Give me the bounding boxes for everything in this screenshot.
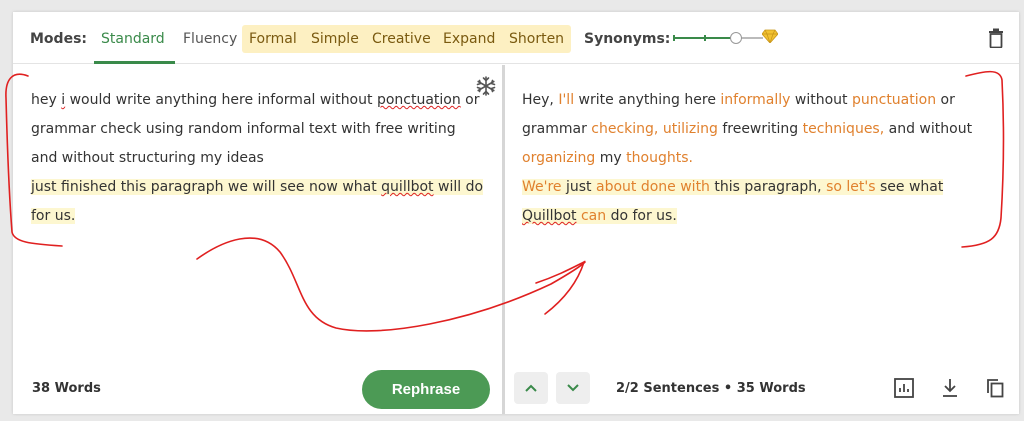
output-word: just [561, 179, 596, 195]
slider-tick [673, 35, 675, 41]
slider-tick [704, 35, 706, 41]
spelling-error[interactable]: Quillbot [522, 208, 577, 224]
chevron-down-icon [567, 384, 579, 392]
output-word: freewriting [717, 121, 803, 137]
spelling-error[interactable]: ponctuation [377, 92, 461, 108]
chevron-up-icon [525, 384, 537, 392]
changed-word[interactable]: We're [522, 179, 562, 195]
changed-word[interactable]: about done with [596, 179, 710, 195]
output-word: and without [884, 121, 973, 137]
trash-icon[interactable] [988, 28, 1004, 48]
output-word: write anything here [574, 92, 721, 108]
output-word: this paragraph, [709, 179, 827, 195]
next-sentence-button[interactable] [556, 372, 590, 404]
output-word: my [595, 150, 627, 166]
changed-word[interactable]: informally [720, 92, 790, 108]
premium-modes-group: Formal Simple Creative Expand Shorten [242, 25, 571, 53]
output-pane: Hey, I'll write anything here informally… [505, 65, 1019, 414]
sentence-total: /2 Sentences [625, 381, 720, 396]
tab-simple[interactable]: Simple [311, 31, 359, 47]
input-text: hey [31, 92, 62, 108]
tab-formal[interactable]: Formal [249, 31, 297, 47]
changed-word[interactable]: can [581, 208, 606, 224]
slider-track-empty [739, 37, 763, 39]
highlighted-sentence: just finished this paragraph we will see… [31, 179, 484, 224]
sentence-index: 2 [616, 381, 626, 396]
output-word-count: 35 Words [736, 381, 806, 396]
paraphraser-card: Modes: Standard Fluency Formal Simple Cr… [13, 12, 1019, 414]
sentence-word-count: 2/2 Sentences • 35 Words [616, 381, 806, 396]
output-word: see what [875, 179, 944, 195]
changed-word[interactable]: so let's [826, 179, 875, 195]
output-word: without [790, 92, 852, 108]
mode-toolbar: Modes: Standard Fluency Formal Simple Cr… [13, 12, 1019, 64]
tab-expand[interactable]: Expand [443, 31, 495, 47]
changed-word[interactable]: techniques, [803, 121, 885, 137]
input-word-count: 38 Words [32, 381, 101, 396]
active-tab-indicator [94, 61, 175, 64]
statistics-icon[interactable] [893, 377, 915, 399]
synonyms-label: Synonyms: [584, 31, 671, 47]
output-text[interactable]: Hey, I'll write anything here informally… [522, 86, 1002, 231]
tab-fluency[interactable]: Fluency [183, 31, 237, 47]
changed-word[interactable]: thoughts. [626, 150, 693, 166]
changed-word[interactable]: punctuation [852, 92, 936, 108]
modes-label: Modes: [30, 31, 87, 47]
changed-word[interactable]: checking, utilizing [591, 121, 718, 137]
input-text: would write anything here informal witho… [65, 92, 377, 108]
rephrase-button[interactable]: Rephrase [362, 370, 490, 409]
tab-standard[interactable]: Standard [101, 31, 165, 47]
download-icon[interactable] [939, 377, 961, 399]
input-text: just finished this paragraph we will see… [31, 179, 382, 195]
input-textarea[interactable]: hey i would write anything here informal… [31, 86, 486, 231]
previous-sentence-button[interactable] [514, 372, 548, 404]
spelling-error[interactable]: quillbot [381, 179, 433, 195]
tab-creative[interactable]: Creative [372, 31, 431, 47]
output-word: do for us. [606, 208, 677, 224]
slider-thumb[interactable] [730, 32, 742, 44]
input-pane: hey i would write anything here informal… [13, 65, 502, 414]
changed-word[interactable]: I'll [558, 92, 574, 108]
changed-word[interactable]: organizing [522, 150, 595, 166]
highlighted-sentence: We're just about done with this paragrap… [522, 179, 944, 224]
premium-diamond-icon [762, 29, 778, 43]
tab-shorten[interactable]: Shorten [509, 31, 564, 47]
separator-bullet: • [723, 381, 733, 396]
output-word: Hey, [522, 92, 559, 108]
copy-icon[interactable] [984, 377, 1006, 399]
